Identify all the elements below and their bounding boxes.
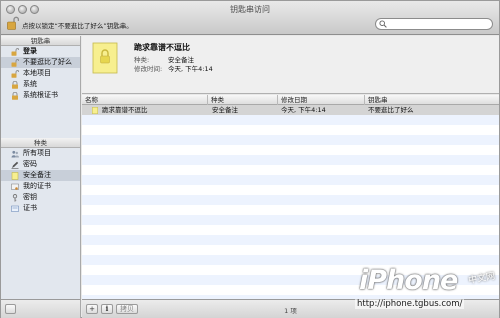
category-certificates[interactable]: 证书 [1,203,80,214]
column-header-modified[interactable]: 修改日期 [278,95,365,105]
info-button[interactable]: i [101,304,113,314]
lock-open-icon [11,59,19,67]
lock-icon [12,92,18,100]
detail-modified: 修改时间: 今天, 下午4:14 [134,63,213,73]
empty-row [82,225,499,235]
title-bar: 钥匙串访问 点按以锁定“不要逛比了好么”钥匙串。 [1,1,499,35]
window-title: 钥匙串访问 [230,5,270,14]
pencil-icon [11,161,19,169]
add-item-button[interactable]: + [86,304,98,314]
watermark-logo: iPhone [359,265,458,296]
empty-row [82,195,499,205]
category-label: 安全备注 [23,171,51,179]
watermark-url: http://iphone.tgbus.com/ [355,299,465,309]
cell-name: 跪求靠谱不逗比 [102,106,148,114]
sidebar-item-login[interactable]: 登录 [1,46,80,57]
detail-modified-value: 今天, 下午4:14 [168,65,213,73]
empty-row [82,205,499,215]
category-keys[interactable]: 密钥 [1,192,80,203]
keychains-header: 钥匙串 [1,36,80,46]
search-input[interactable] [389,20,489,29]
category-label: 密码 [23,160,37,168]
detail-pane: 跪求靠谱不逗比 种类: 安全备注 修改时间: 今天, 下午4:14 [82,36,499,94]
category-label: 我的证书 [23,182,51,190]
sidebar: 钥匙串 登录 不要逛比了好么 本地项目 系统 系统根证书 种类 所有项目 密码 … [1,36,81,299]
lock-open-icon [11,48,19,56]
note-icon [11,172,19,180]
cell-modified: 今天, 下午4:14 [281,106,326,114]
certificate-icon [11,205,19,212]
sidebar-item-label: 系统 [23,80,37,88]
category-label: 证书 [23,204,37,212]
keychain-window: 钥匙串访问 点按以锁定“不要逛比了好么”钥匙串。 钥匙串 登录 不要逛比了好么 … [0,0,500,318]
sidebar-item-local-items[interactable]: 本地项目 [1,68,80,79]
note-icon [92,107,98,114]
show-keychain-toggle-button[interactable] [5,304,16,314]
sidebar-item-label: 不要逛比了好么 [23,58,72,66]
empty-row [82,175,499,185]
empty-row [82,125,499,135]
category-all-items[interactable]: 所有项目 [1,148,80,159]
empty-row [82,165,499,175]
category-section: 种类 所有项目 密码 安全备注 我的证书 密钥 证书 [1,138,80,214]
cell-kind: 安全备注 [212,106,238,114]
column-header-kind[interactable]: 种类 [208,95,278,105]
empty-row [82,115,499,125]
empty-row [82,185,499,195]
category-passwords[interactable]: 密码 [1,159,80,170]
lock-hint[interactable]: 点按以锁定“不要逛比了好么”钥匙串。 [22,20,133,30]
sidebar-item-system-roots[interactable]: 系统根证书 [1,90,80,101]
detail-modified-label: 修改时间: [134,65,163,73]
sidebar-item-label: 登录 [23,47,37,55]
empty-row [82,155,499,165]
column-header-name[interactable]: 名称 [82,95,208,105]
search-field[interactable] [375,18,493,30]
watermark: iPhone 中文网 http://iphone.tgbus.com/ [341,265,500,315]
category-my-certificates[interactable]: 我的证书 [1,181,80,192]
key-icon [12,194,18,202]
certificate-icon [11,183,19,190]
detail-title: 跪求靠谱不逗比 [134,43,190,52]
cell-keychain: 不要逛比了好么 [368,106,414,114]
table-row[interactable]: 跪求靠谱不逗比 安全备注 今天, 下午4:14 不要逛比了好么 [82,105,499,115]
search-icon [379,20,387,28]
table-header: 名称 种类 修改日期 钥匙串 [82,95,499,105]
empty-row [82,235,499,245]
category-header: 种类 [1,138,80,148]
empty-row [82,255,499,265]
watermark-cn: 中文网 [467,271,496,287]
empty-row [82,215,499,225]
category-label: 所有项目 [23,149,51,157]
category-label: 密钥 [23,193,37,201]
empty-row [82,135,499,145]
lock-open-icon[interactable] [7,16,19,30]
column-header-keychain[interactable]: 钥匙串 [365,95,499,105]
copy-button[interactable]: 拷贝 [116,304,138,314]
empty-row [82,245,499,255]
people-icon [11,150,19,158]
sidebar-item-system[interactable]: 系统 [1,79,80,90]
lock-icon [12,81,18,89]
lock-open-icon [11,70,19,78]
sidebar-item-custom-keychain[interactable]: 不要逛比了好么 [1,57,80,68]
secure-note-icon [92,42,118,74]
empty-row [82,145,499,155]
sidebar-item-label: 系统根证书 [23,91,58,99]
category-secure-notes[interactable]: 安全备注 [1,170,80,181]
sidebar-item-label: 本地项目 [23,69,51,77]
